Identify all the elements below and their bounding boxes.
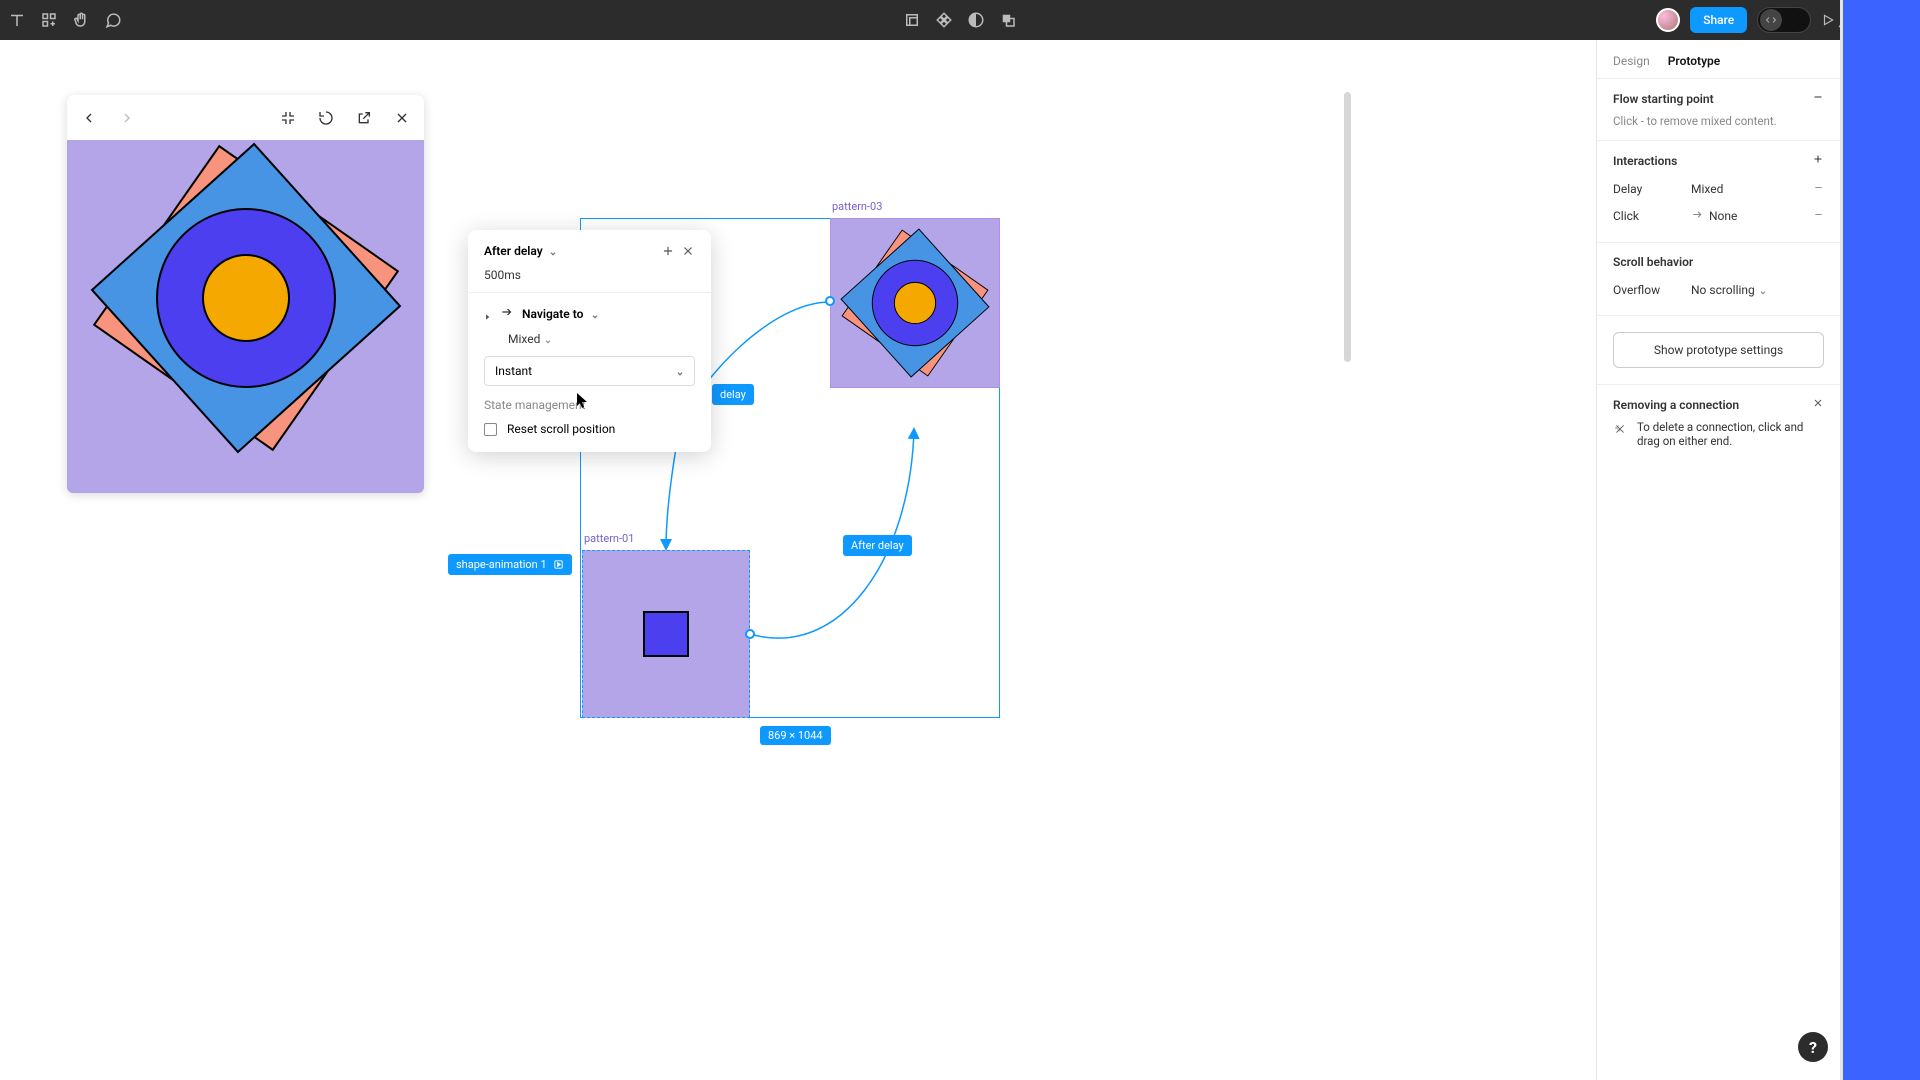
prototype-settings-section: Show prototype settings [1597, 316, 1840, 385]
scroll-behavior-section: Scroll behavior Overflow No scrolling [1597, 243, 1840, 316]
toolbar-center-group [903, 11, 1017, 29]
close-icon[interactable] [394, 110, 410, 126]
back-icon[interactable] [81, 110, 97, 126]
component-tool-icon[interactable] [40, 11, 58, 29]
add-action-icon[interactable] [661, 244, 675, 258]
component-menu-icon[interactable] [935, 11, 953, 29]
remove-interaction-icon[interactable] [1813, 182, 1824, 196]
chevron-down-icon [676, 367, 684, 375]
section-title: Interactions [1613, 154, 1677, 168]
window-edge-divider [1840, 0, 1843, 1080]
section-label: State management [484, 398, 695, 412]
dev-mode-toggle[interactable] [1757, 7, 1811, 33]
comment-tool-icon[interactable] [104, 11, 122, 29]
flow-starting-point-badge[interactable]: shape-animation 1 [448, 554, 572, 575]
frame-pattern-01[interactable] [582, 550, 750, 718]
selection-dimensions-badge: 869 × 1044 [760, 726, 831, 745]
share-button[interactable]: Share [1690, 7, 1747, 33]
interaction-destination: Mixed [1691, 182, 1813, 196]
remove-flow-icon[interactable] [1812, 91, 1824, 106]
collapse-caret-icon[interactable] [484, 310, 492, 318]
remove-interaction-icon[interactable] [1813, 209, 1824, 223]
forward-icon[interactable] [119, 110, 135, 126]
window-edge-decoration [1843, 0, 1920, 1080]
removing-hint-text: To delete a connection, click and drag o… [1637, 420, 1824, 448]
design-canvas[interactable]: pattern-03 pattern-01 shape-animation 1 … [0, 40, 1675, 1080]
frame-pattern-03[interactable] [830, 218, 1000, 388]
prototype-preview-window [67, 95, 424, 493]
flow-starting-point-section: Flow starting point Click - to remove mi… [1597, 79, 1840, 141]
drag-delete-icon [1613, 422, 1627, 436]
chevron-down-icon [1759, 286, 1767, 294]
removing-connection-section: Removing a connection To delete a connec… [1597, 385, 1840, 460]
navigate-arrow-icon [1691, 208, 1709, 224]
interaction-row-click[interactable]: Click None [1613, 202, 1824, 230]
chevron-down-icon [544, 335, 552, 343]
animation-dropdown[interactable]: Instant [484, 356, 695, 386]
square-shape [643, 611, 689, 657]
reset-scroll-checkbox-row[interactable]: Reset scroll position [484, 422, 695, 436]
circle-shape [202, 254, 290, 342]
chevron-down-icon [549, 247, 557, 255]
preview-artwork [67, 145, 424, 493]
panel-tabs: Design Prototype [1597, 40, 1840, 79]
trigger-type-dropdown[interactable]: After delay [484, 244, 543, 258]
user-avatar[interactable] [1656, 8, 1680, 32]
connection-label[interactable]: delay [712, 384, 754, 405]
frame-label[interactable]: pattern-01 [584, 532, 634, 545]
close-icon[interactable] [681, 244, 695, 258]
interaction-details-popover: After delay 500ms Navigate to Mixed Inst… [468, 230, 711, 452]
destination-dropdown[interactable]: Mixed [508, 332, 540, 346]
connection-node[interactable] [825, 296, 835, 306]
flow-badge-label: shape-animation 1 [456, 558, 547, 571]
tab-design[interactable]: Design [1613, 54, 1650, 68]
overflow-row[interactable]: Overflow No scrolling [1613, 277, 1824, 303]
preview-toolbar [67, 95, 424, 140]
play-icon [553, 559, 564, 570]
connection-node[interactable] [745, 629, 755, 639]
chevron-down-icon [591, 310, 599, 318]
checkbox-icon[interactable] [484, 423, 497, 436]
interaction-trigger: Click [1613, 209, 1691, 223]
toolbar-left-group [8, 11, 122, 29]
interaction-row-delay[interactable]: Delay Mixed [1613, 176, 1824, 202]
delay-value-field[interactable]: 500ms [484, 268, 695, 282]
text-tool-icon[interactable] [8, 11, 26, 29]
code-icon [1760, 9, 1782, 31]
interaction-destination: None [1709, 209, 1813, 223]
overflow-label: Overflow [1613, 283, 1691, 297]
add-interaction-icon[interactable] [1812, 153, 1824, 168]
tab-prototype[interactable]: Prototype [1668, 54, 1721, 68]
navigate-arrow-icon [500, 305, 514, 322]
connection-label[interactable]: After delay [843, 535, 912, 556]
reset-scroll-label: Reset scroll position [507, 422, 615, 436]
animation-value: Instant [495, 364, 532, 378]
hand-tool-icon[interactable] [72, 11, 90, 29]
restart-icon[interactable] [318, 110, 334, 126]
open-external-icon[interactable] [356, 110, 372, 126]
section-title: Scroll behavior [1613, 255, 1693, 269]
help-button[interactable]: ? [1798, 1032, 1828, 1062]
overflow-value: No scrolling [1691, 283, 1755, 297]
circle-shape [894, 282, 936, 324]
collapse-icon[interactable] [280, 110, 296, 126]
section-title: Flow starting point [1613, 92, 1714, 106]
close-icon[interactable] [1812, 397, 1824, 412]
top-toolbar: Share A? 47% [0, 0, 1920, 40]
section-title: Removing a connection [1613, 398, 1739, 412]
action-type-dropdown[interactable]: Navigate to [522, 307, 583, 321]
interactions-section: Interactions Delay Mixed Click None [1597, 141, 1840, 243]
boolean-tool-icon[interactable] [999, 11, 1017, 29]
frame-tool-icon[interactable] [903, 11, 921, 29]
flow-hint-text: Click - to remove mixed content. [1613, 114, 1824, 128]
interaction-trigger: Delay [1613, 182, 1691, 196]
canvas-scrollbar[interactable] [1344, 92, 1351, 362]
properties-panel: Design Prototype Flow starting point Cli… [1596, 40, 1840, 1080]
mask-tool-icon[interactable] [967, 11, 985, 29]
show-prototype-settings-button[interactable]: Show prototype settings [1613, 332, 1824, 368]
frame-label[interactable]: pattern-03 [832, 200, 882, 213]
